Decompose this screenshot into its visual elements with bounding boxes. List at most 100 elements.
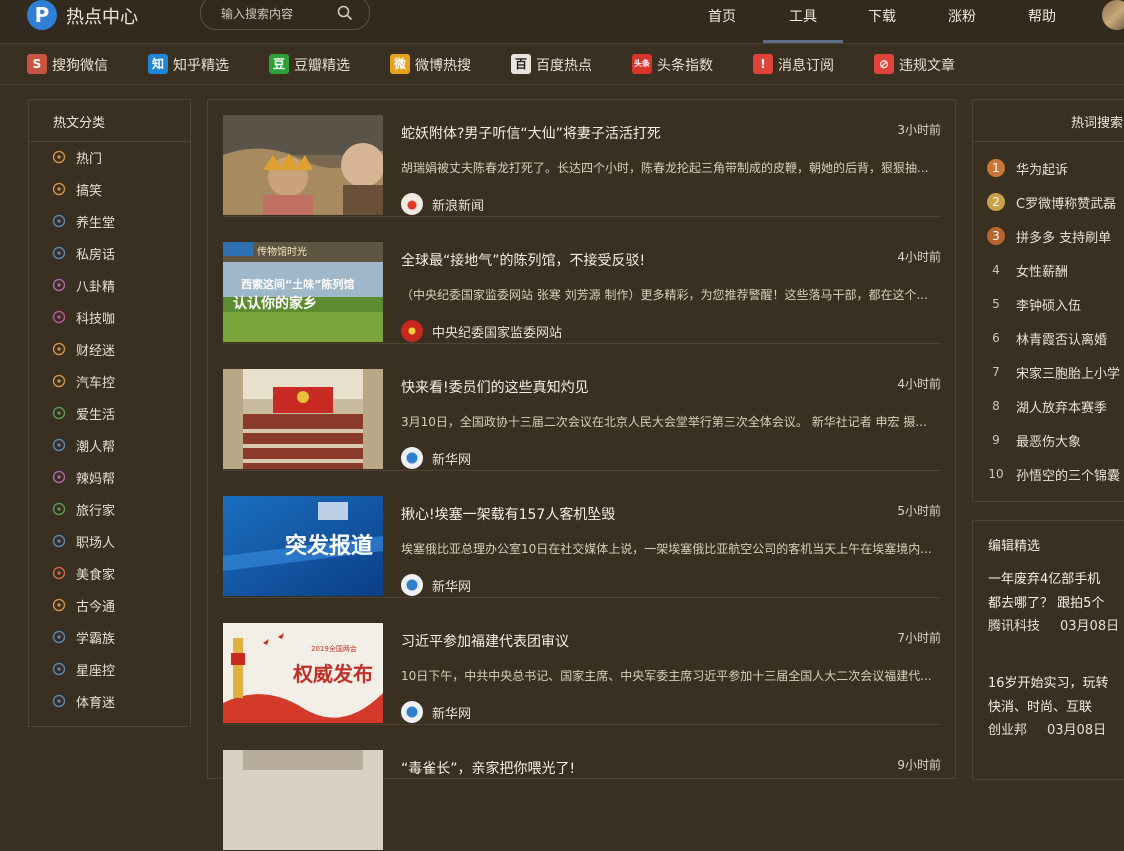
article-source[interactable]: 中央纪委国家监委网站 [432,322,562,341]
hot-word-text[interactable]: 拼多多 支持刷单 [1016,227,1111,246]
thumb-caption: 西索这间“土味”陈列馆 [241,277,354,291]
editor-pick-title[interactable]: 都去哪了？ 跟拍5个 [988,592,1124,616]
nav-help[interactable]: 帮助 [1028,6,1056,26]
search-input[interactable] [219,4,333,24]
hot-word-text[interactable]: 孙悟空的三个锦囊 [1016,465,1120,484]
article-title[interactable]: “毒雀长”，亲家把你喂光了! [401,758,575,778]
editor-pick-source: 腾讯科技 [988,619,1041,634]
nav-active-indicator [763,40,843,43]
source-tab-label: 头条指数 [657,58,713,74]
bowl-icon [52,566,66,580]
category-label: 热门 [76,152,103,167]
article-thumbnail[interactable] [223,369,383,469]
camera-icon [52,310,66,324]
article-title[interactable]: 习近平参加福建代表团审议 [401,631,569,651]
article-summary: 埃塞俄比亚总理办公室10日在社交媒体上说，一架埃塞俄比亚航空公司的客机当天上午在… [401,542,932,556]
nav-home[interactable]: 首页 [708,6,736,26]
article-item[interactable]: 2019全国两会 权威发布 习近平参加福建代表团审议 7小时前 10日下午，中共… [223,623,941,725]
editor-pick-title[interactable]: 16岁开始实习，玩转 [988,672,1124,696]
hot-words-header: 热词搜索 [973,100,1124,142]
editor-pick-title[interactable]: 一年废弃4亿部手机 [988,568,1124,592]
thumb-caption: 突发报道 [285,533,373,559]
category-label: 潮人帮 [76,440,116,455]
editor-pick-title[interactable]: 快消、时尚、互联 [988,696,1124,720]
article-thumbnail[interactable]: 传物馆时光 西索这间“土味”陈列馆 认认你的家乡 [223,242,383,342]
article-time: 4小时前 [897,377,941,391]
article-title[interactable]: 蛇妖附体?男子听信“大仙”将妻子活活打死 [401,123,661,143]
category-label: 搞笑 [76,184,103,199]
thumb-caption: 传物馆时光 [257,245,307,258]
article-title[interactable]: 快来看!委员们的这些真知灼见 [401,377,589,397]
article-item[interactable]: 突发报道 揪心!埃塞一架载有157人客机坠毁 5小时前 埃塞俄比亚总理办公室10… [223,496,941,598]
hot-word-text[interactable]: 湖人放弃本赛季 [1016,397,1107,416]
ball-icon [52,694,66,708]
hot-word-text[interactable]: 华为起诉 [1016,159,1068,178]
top-header: P 热点中心 首页 工具 下载 涨粉 帮助 [0,0,1124,44]
article-title[interactable]: 全球最“接地气”的陈列馆，不接受反驳! [401,250,645,270]
thumb-caption: 认认你的家乡 [233,295,317,312]
hot-word-text[interactable]: C罗微博称赞武磊 [1016,193,1116,212]
hot-word-rank: 8 [992,399,1000,413]
target-icon [52,598,66,612]
editor-pick-item[interactable]: 16岁开始实习，玩转 快消、时尚、互联 创业邦 03月08日 [988,672,1124,742]
search-icon[interactable] [337,5,353,21]
category-label: 科技咖 [76,312,116,327]
article-title[interactable]: 揪心!埃塞一架载有157人客机坠毁 [401,504,615,524]
search-box [200,0,370,30]
nav-followers[interactable]: 涨粉 [948,6,976,26]
hot-word-text[interactable]: 林青霞否认离婚 [1016,329,1107,348]
source-tab-label: 违规文章 [899,58,955,74]
article-item[interactable]: 蛇妖附体?男子听信“大仙”将妻子活活打死 3小时前 胡瑞娟被丈夫陈春龙打死了。长… [223,115,941,217]
editor-picks-panel: 编辑精选 一年废弃4亿部手机 都去哪了？ 跟拍5个 腾讯科技 03月08日 16岁… [972,520,1124,780]
hot-word-text[interactable]: 李钟硕入伍 [1016,295,1081,314]
category-label: 辣妈帮 [76,472,116,487]
hot-word-rank: 5 [992,297,1000,311]
hot-word-rank: 4 [992,263,1000,277]
baidu-icon: 百 [511,54,531,74]
category-label: 体育迷 [76,696,116,711]
editor-pick-item[interactable]: 一年废弃4亿部手机 都去哪了？ 跟拍5个 腾讯科技 03月08日 [988,568,1124,638]
article-time: 5小时前 [897,504,941,518]
weibo-icon: 微 [390,54,410,74]
avatar[interactable] [1102,0,1124,30]
article-item[interactable]: 传物馆时光 西索这间“土味”陈列馆 认认你的家乡 全球最“接地气”的陈列馆，不接… [223,242,941,344]
article-summary: （中央纪委国家监委网站 张寒 刘芳源 制作）更多精彩，为您推荐警醒！这些落马干部… [401,288,928,302]
article-source[interactable]: 新华网 [432,449,471,468]
category-panel: 热文分类 热门 搞笑 养生堂 私房话 八卦精 科技咖 财经迷 汽车控 爱生活 潮人帮 辣妈帮 旅行家职… [28,99,191,727]
article-source[interactable]: 新浪新闻 [432,195,484,214]
article-source[interactable]: 新华网 [432,703,471,722]
category-label: 职场人 [76,536,116,551]
article-summary: 胡瑞娟被丈夫陈春龙打死了。长达四个小时，陈春龙抡起三角带制成的皮鞭，朝她的后背，… [401,161,929,175]
category-label: 爱生活 [76,408,116,423]
xinhua-icon [401,574,423,596]
film-reel-icon [52,278,66,292]
luggage-icon [52,502,66,516]
xinhua-icon [401,701,423,723]
category-label: 星座控 [76,664,116,679]
category-label: 养生堂 [76,216,116,231]
category-label: 八卦精 [76,280,116,295]
sina-news-icon [401,193,423,215]
source-tab-label: 搜狗微信 [52,58,108,74]
subscribe-icon: ! [753,54,773,74]
site-title[interactable]: 热点中心 [66,3,138,29]
nav-download[interactable]: 下载 [868,6,896,26]
hot-word-text[interactable]: 最恶伤大象 [1016,431,1081,450]
category-panel-header: 热文分类 [29,100,190,142]
hot-word-text[interactable]: 女性薪酬 [1016,261,1068,280]
article-source[interactable]: 新华网 [432,576,471,595]
article-thumbnail[interactable] [223,115,383,215]
hot-words-title: 热词搜索 [1071,116,1124,131]
article-thumbnail[interactable]: 突发报道 [223,496,383,596]
hot-word-text[interactable]: 宋家三胞胎上小学 [1016,363,1120,382]
article-feed: 蛇妖附体?男子听信“大仙”将妻子活活打死 3小时前 胡瑞娟被丈夫陈春龙打死了。长… [207,99,956,850]
nav-tools[interactable]: 工具 [789,6,817,26]
article-item[interactable]: 快来看!委员们的这些真知灼见 4小时前 3月10日，全国政协十三届二次会议在北京… [223,369,941,471]
article-item[interactable]: “毒雀长”，亲家把你喂光了! 9小时前 [223,750,941,851]
pen-icon [52,630,66,644]
article-thumbnail[interactable] [223,750,383,850]
article-time: 9小时前 [897,758,941,772]
article-summary: 3月10日，全国政协十三届二次会议在北京人民大会堂举行第三次全体会议。 新华社记… [401,415,927,429]
article-thumbnail[interactable]: 2019全国两会 权威发布 [223,623,383,723]
logo-icon[interactable]: P [27,0,57,30]
